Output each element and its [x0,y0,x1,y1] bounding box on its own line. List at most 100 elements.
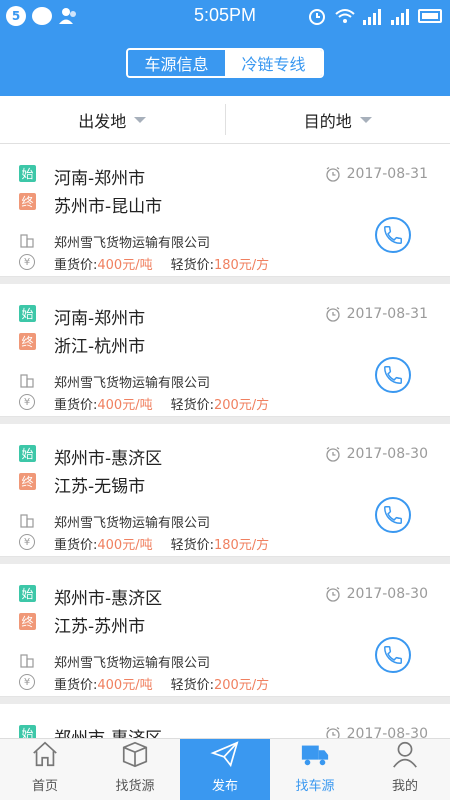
phone-icon [384,366,402,384]
route-from: 郑州市-惠济区 [54,724,162,738]
nav-home-label: 首页 [31,779,58,794]
start-tag: 始 [19,165,36,182]
price-row: 重货价: 400元/吨 轻货价: 200元/方 [54,674,287,693]
yen-icon: ¥ [19,534,35,550]
listing-card[interactable]: 始 河南-郑州市 终 苏州市-昆山市 2017-08-31 郑州雪飞货物运输有限… [0,144,450,277]
listing-date: 2017-08-30 [325,446,428,462]
heavy-price-value: 400元/吨 [97,398,153,413]
light-price-label: 轻货价: [170,398,214,413]
box-icon [122,741,148,768]
light-price-value: 180元/方 [213,538,270,553]
route-from: 河南-郑州市 [54,169,146,189]
building-icon [20,654,34,668]
light-price-value: 200元/方 [213,678,270,693]
yen-icon: ¥ [19,394,35,410]
listing-date: 2017-08-31 [325,306,428,322]
route-to: 浙江-杭州市 [54,337,146,357]
heavy-price-label: 重货价: [54,678,98,693]
date-text: 2017-08-30 [346,586,428,602]
alarm-clock-icon [325,166,340,182]
date-text: 2017-08-31 [346,306,428,322]
company-name: 郑州雪飞货物运输有限公司 [54,516,211,531]
phone-icon [384,226,402,244]
company-name: 郑州雪飞货物运输有限公司 [54,376,211,391]
yen-icon: ¥ [19,254,35,270]
paper-plane-icon [210,741,239,768]
price-row: 重货价: 400元/吨 轻货价: 180元/方 [54,534,287,553]
tab-vehicle-info[interactable]: 车源信息 [128,50,225,76]
heavy-price-value: 400元/吨 [97,258,153,273]
light-price-value: 200元/方 [213,398,270,413]
nav-find-vehicle[interactable]: 找车源 [270,739,360,800]
route-from: 河南-郑州市 [54,309,146,329]
route-from: 郑州市-惠济区 [54,449,163,469]
status-bar: 5 5:05PM [0,0,450,32]
alarm-clock-icon [325,306,340,322]
start-tag: 始 [19,445,36,462]
end-tag: 终 [19,473,36,490]
heavy-price-value: 400元/吨 [97,678,153,693]
call-button[interactable] [375,497,411,533]
listing-date: 2017-08-30 [325,726,428,738]
nav-mine[interactable]: 我的 [360,739,450,800]
header: 车源信息 冷链专线 [0,32,450,96]
listing-card[interactable]: 始 河南-郑州市 终 浙江-杭州市 2017-08-31 郑州雪飞货物运输有限公… [0,284,450,417]
nav-find-cargo[interactable]: 找货源 [90,739,180,800]
call-button[interactable] [375,357,411,393]
tab-cold-chain[interactable]: 冷链专线 [225,50,322,76]
origin-filter[interactable]: 出发地 [0,96,225,143]
listing-card[interactable]: 始 郑州市-惠济区 终 江苏-苏州市 2017-08-30 郑州雪飞货物运输有限… [0,564,450,697]
route-from: 郑州市-惠济区 [54,589,163,609]
home-icon [33,741,57,767]
light-price-label: 轻货价: [170,678,214,693]
price-row: 重货价: 400元/吨 轻货价: 200元/方 [54,394,287,413]
listing-card[interactable]: 始 郑州市-惠济区 终 江苏-无锡市 2017-08-30 郑州雪飞货物运输有限… [0,424,450,557]
nav-find-vehicle-label: 找车源 [295,779,335,794]
caret-down-icon [359,116,372,123]
light-price-value: 180元/方 [213,258,270,273]
wifi-icon [335,9,355,23]
alarm-clock-icon [325,586,340,602]
destination-filter-label: 目的地 [303,111,352,131]
alarm-clock-icon [325,726,340,738]
end-tag: 终 [19,333,36,350]
nav-publish-label: 发布 [211,779,238,794]
company-name: 郑州雪飞货物运输有限公司 [54,656,211,671]
nav-find-cargo-label: 找货源 [115,779,155,794]
building-icon [20,514,34,528]
status-right-icons [306,6,442,26]
destination-filter[interactable]: 目的地 [224,104,450,135]
heavy-price-value: 400元/吨 [97,538,153,553]
listing-date: 2017-08-30 [325,586,428,602]
phone-icon [384,646,402,664]
light-price-label: 轻货价: [170,538,214,553]
yen-icon: ¥ [19,674,35,690]
segmented-tabs: 车源信息 冷链专线 [126,48,324,78]
alarm-clock-icon [325,446,340,462]
call-button[interactable] [375,217,411,253]
call-button[interactable] [375,637,411,673]
building-icon [20,374,34,388]
heavy-price-label: 重货价: [54,398,98,413]
caret-down-icon [134,116,147,123]
company-name: 郑州雪飞货物运输有限公司 [54,236,211,251]
start-tag: 始 [19,585,36,602]
route-to: 江苏-无锡市 [54,477,146,497]
route-to: 苏州市-昆山市 [54,197,163,217]
heavy-price-label: 重货价: [54,538,98,553]
nav-publish[interactable]: 发布 [180,739,270,800]
date-text: 2017-08-31 [346,166,428,182]
end-tag: 终 [19,613,36,630]
route-to: 江苏-苏州市 [54,617,146,637]
start-tag: 始 [19,305,36,322]
date-text: 2017-08-30 [346,446,428,462]
nav-home[interactable]: 首页 [0,739,90,800]
listing-card-partial[interactable]: 始 郑州市-惠济区 2017-08-30 [0,704,450,738]
price-row: 重货价: 400元/吨 轻货价: 180元/方 [54,254,287,273]
filter-bar: 出发地 目的地 [0,96,450,144]
date-text: 2017-08-30 [346,726,428,738]
listing-date: 2017-08-31 [325,166,428,182]
listing-list: 始 河南-郑州市 终 苏州市-昆山市 2017-08-31 郑州雪飞货物运输有限… [0,144,450,738]
alarm-icon [309,9,325,25]
end-tag: 终 [19,193,36,210]
